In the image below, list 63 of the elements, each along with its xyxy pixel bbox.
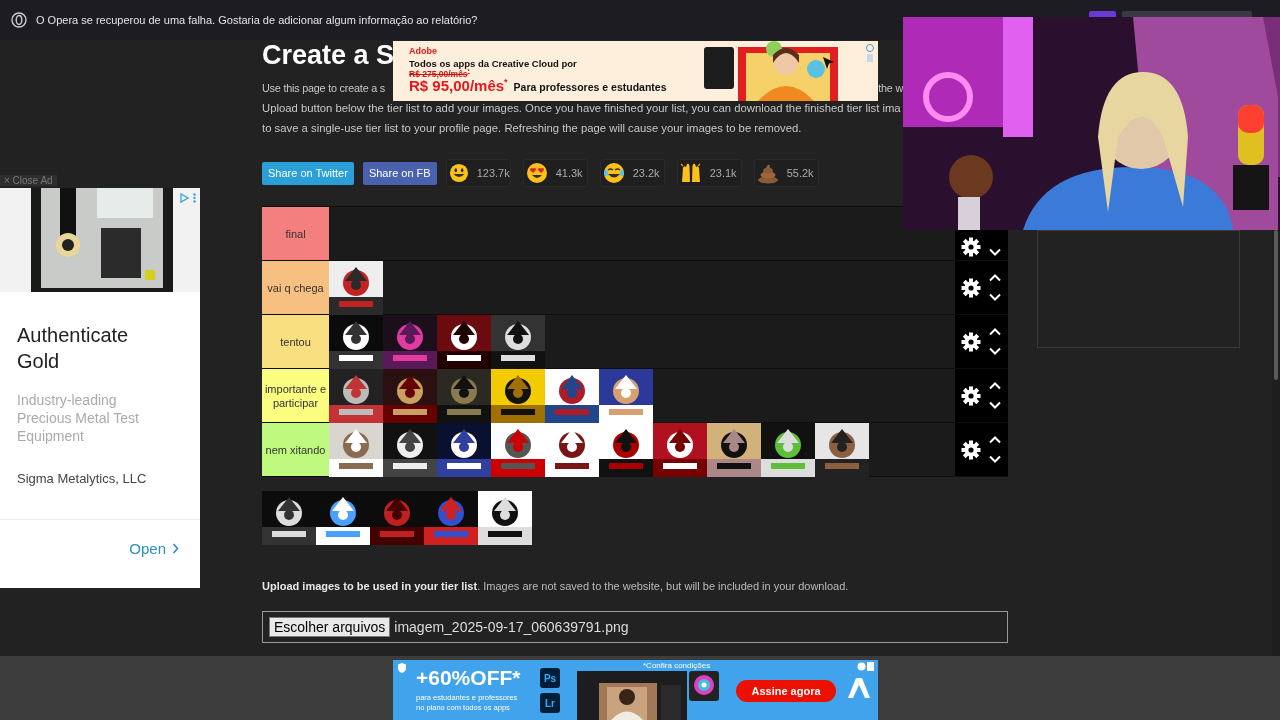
ad-headline: +60%OFF* xyxy=(416,666,521,690)
chevron-down-icon[interactable] xyxy=(988,401,1002,410)
file-upload-field[interactable]: Escolher arquivos imagem_2025-09-17_060639791.png xyxy=(262,611,1008,643)
ad-description: Industry-leading Precious Metal Test Equipment xyxy=(17,391,140,445)
scrollbar-thumb[interactable] xyxy=(1274,230,1278,380)
intro-text: to save a single-use tier list to your profile page. Refreshing the page will cause your images to be removed. xyxy=(262,121,802,136)
tier-label: vai q chega xyxy=(262,261,329,314)
advertiser-name: Sigma Metalytics, LLC xyxy=(17,471,148,486)
chevron-down-icon[interactable] xyxy=(988,293,1002,302)
adchoices-icon[interactable] xyxy=(180,193,189,203)
intro-text: Upload button below the tier list to add your images. Once you have finished your list, you can download the finished tier list ima xyxy=(262,101,901,116)
chevron-down-icon[interactable] xyxy=(988,455,1002,464)
old-price: R$ 275,00/mês$^{*}$ xyxy=(409,68,470,79)
brand-name: Adobe xyxy=(409,46,437,56)
intro-text: Use this page to create a s xyxy=(262,81,386,96)
settings-icon[interactable] xyxy=(961,237,981,257)
intro-text: the w xyxy=(878,81,903,96)
heart-eyes-emoji-icon xyxy=(525,162,548,184)
opera-logo-icon xyxy=(11,12,27,28)
ad-title: Authenticate Gold xyxy=(17,323,130,374)
poop-emoji-icon xyxy=(756,162,779,184)
cursor-icon xyxy=(823,57,834,70)
reaction-button[interactable]: 41.3k xyxy=(522,159,588,187)
tier-label: importante e participar xyxy=(262,369,329,422)
settings-icon[interactable] xyxy=(961,439,981,460)
disclaimer-text: *Confira condições xyxy=(643,661,711,670)
file-name: imagem_2025-09-17_060639791.png xyxy=(394,619,629,635)
chevron-up-icon[interactable] xyxy=(988,381,1002,390)
reaction-button[interactable]: 23.2k xyxy=(599,159,665,187)
reaction-button[interactable]: 23.1k xyxy=(676,159,742,187)
ad-info-icon[interactable] xyxy=(857,662,875,671)
page-title: Create a S xyxy=(262,40,395,70)
app-badge: Ps xyxy=(540,668,560,688)
chevron-right-icon xyxy=(172,543,179,554)
smile-emoji-icon xyxy=(448,162,469,184)
tier-label: nem xitando xyxy=(262,423,329,476)
subscribe-button[interactable]: Assine agora xyxy=(736,680,836,702)
reaction-button[interactable]: 123.7k xyxy=(445,159,511,187)
shield-icon xyxy=(398,663,406,673)
chevron-down-icon[interactable] xyxy=(988,347,1002,356)
choose-files-button[interactable]: Escolher arquivos xyxy=(269,617,391,637)
more-icon[interactable] xyxy=(193,193,196,203)
chevron-up-icon[interactable] xyxy=(988,273,1002,282)
chevron-down-icon[interactable] xyxy=(988,248,1002,257)
raised-hands-emoji-icon xyxy=(679,162,702,184)
upload-instructions: Upload images to be used in your tier list. Images are not saved to the website, but will be included in your download. xyxy=(262,579,850,593)
tier-label: final xyxy=(262,207,329,260)
ad-headline: Todos os apps da Creative Cloud por xyxy=(409,58,577,69)
joy-emoji-icon xyxy=(602,162,625,184)
tier-label: tentou xyxy=(262,315,329,368)
ad-price: R$ 95,00/mês$^{*}$ xyxy=(409,77,508,94)
settings-icon[interactable] xyxy=(961,277,981,298)
app-badge: Lr xyxy=(540,693,560,713)
settings-icon[interactable] xyxy=(961,331,981,352)
ad-audience: Para professores e estudantes xyxy=(513,81,667,93)
chevron-up-icon[interactable] xyxy=(988,435,1002,444)
settings-icon[interactable] xyxy=(961,385,981,406)
chevron-up-icon[interactable] xyxy=(988,327,1002,336)
notification-message: O Opera se recuperou de uma falha. Gostaria de adicionar algum informação ao relatório? xyxy=(36,14,478,26)
share-button[interactable]: Share on FB xyxy=(362,161,437,185)
open-button[interactable]: Open xyxy=(129,540,179,557)
reaction-button[interactable]: 55.2k xyxy=(753,159,819,187)
adobe-logo-icon xyxy=(848,678,870,698)
